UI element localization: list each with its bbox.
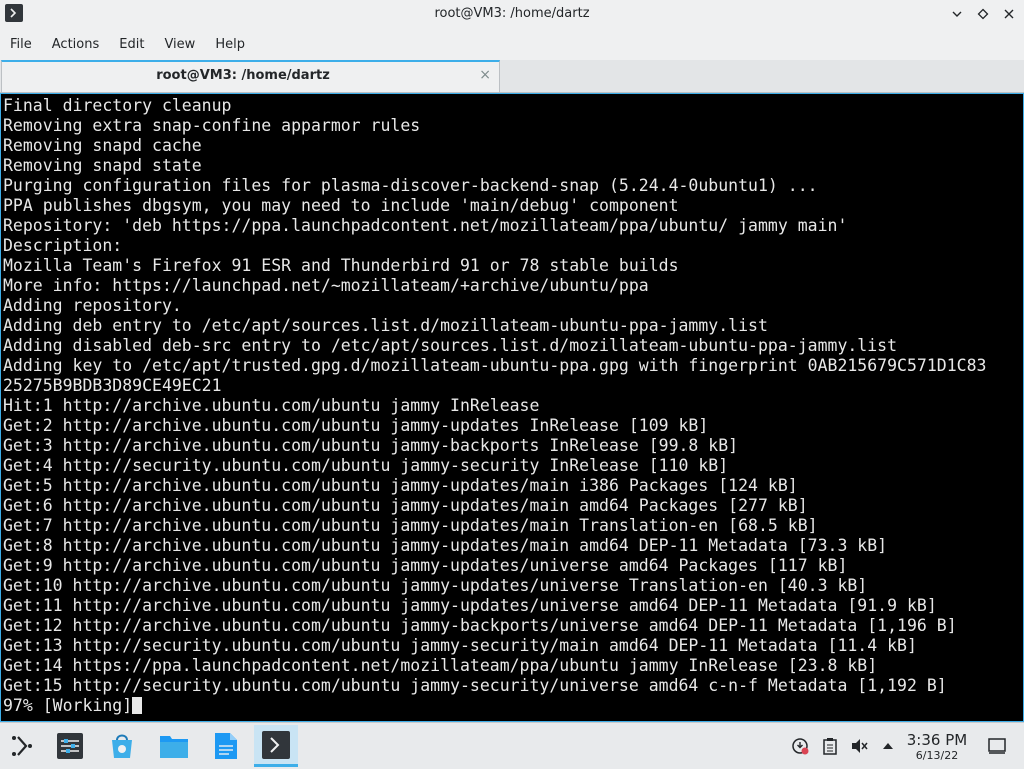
terminal-line: Hit:1 http://archive.ubuntu.com/ubuntu j… <box>3 396 540 415</box>
terminal-line: Get:3 http://archive.ubuntu.com/ubuntu j… <box>3 436 739 455</box>
terminal-line: Get:10 http://archive.ubuntu.com/ubuntu … <box>3 576 868 595</box>
terminal-line: Adding deb entry to /etc/apt/sources.lis… <box>3 316 768 335</box>
terminal-line: Get:6 http://archive.ubuntu.com/ubuntu j… <box>3 496 808 515</box>
terminal-line: Adding key to /etc/apt/trusted.gpg.d/moz… <box>3 356 987 375</box>
application-launcher-icon[interactable] <box>0 725 44 767</box>
terminal-line: Get:7 http://archive.ubuntu.com/ubuntu j… <box>3 516 818 535</box>
maximize-icon[interactable] <box>974 5 992 23</box>
clock-date: 6/13/22 <box>915 749 959 762</box>
terminal-line: Get:15 http://security.ubuntu.com/ubuntu… <box>3 676 947 695</box>
menu-actions[interactable]: Actions <box>42 37 110 52</box>
terminal-line: Purging configuration files for plasma-d… <box>3 176 818 195</box>
file-manager-icon[interactable] <box>152 725 196 767</box>
terminal-text: Final directory cleanup Removing extra s… <box>1 94 1023 716</box>
terminal-line: Adding disabled deb-src entry to /etc/ap… <box>3 336 898 355</box>
menu-file[interactable]: File <box>0 37 42 52</box>
terminal-line: Get:13 http://security.ubuntu.com/ubuntu… <box>3 636 917 655</box>
window-title: root@VM3: /home/dartz <box>434 6 590 21</box>
terminal-prompt-line: 97% [Working] <box>3 696 133 715</box>
menu-bar: File Actions Edit View Help <box>0 30 1024 58</box>
menu-edit[interactable]: Edit <box>109 37 154 52</box>
terminal-line: Repository: 'deb https://ppa.launchpadco… <box>3 216 848 235</box>
terminal-line: Get:12 http://archive.ubuntu.com/ubuntu … <box>3 616 957 635</box>
minimize-icon[interactable] <box>948 5 966 23</box>
terminal-line: Get:5 http://archive.ubuntu.com/ubuntu j… <box>3 476 798 495</box>
terminal-line: Get:9 http://archive.ubuntu.com/ubuntu j… <box>3 556 848 575</box>
clipboard-icon[interactable] <box>821 737 839 755</box>
terminal-line: Removing extra snap-confine apparmor rul… <box>3 116 421 135</box>
updates-icon[interactable] <box>791 737 809 755</box>
terminal-line: Get:14 https://ppa.launchpadcontent.net/… <box>3 656 878 675</box>
terminal-line: Final directory cleanup <box>3 96 232 115</box>
clock-time: 3:36 PM <box>906 731 968 749</box>
volume-muted-icon[interactable] <box>850 737 868 755</box>
tab-terminal-session[interactable]: root@VM3: /home/dartz × <box>1 60 500 92</box>
terminal-line: Removing snapd state <box>3 156 202 175</box>
terminal-scrollbar[interactable] <box>1019 94 1023 721</box>
taskbar: 3:36 PM 6/13/22 <box>0 722 1024 769</box>
terminal-line: PPA publishes dbgsym, you may need to in… <box>3 196 679 215</box>
close-icon[interactable] <box>1000 5 1018 23</box>
terminal-line: Removing snapd cache <box>3 136 202 155</box>
menu-view[interactable]: View <box>154 37 205 52</box>
terminal-line: Get:2 http://archive.ubuntu.com/ubuntu j… <box>3 416 709 435</box>
terminal-line: 25275B9BDB3D89CE49EC21 <box>3 376 222 395</box>
show-hidden-icons-icon[interactable] <box>879 737 897 755</box>
terminal-line: Mozilla Team's Firefox 91 ESR and Thunde… <box>3 256 679 275</box>
tab-close-icon[interactable]: × <box>479 67 491 83</box>
terminal-cursor <box>132 697 143 714</box>
window-titlebar: root@VM3: /home/dartz <box>0 0 1024 30</box>
show-desktop-icon[interactable] <box>988 737 1006 755</box>
tab-bar: root@VM3: /home/dartz × <box>0 60 1024 93</box>
terminal-line: Get:4 http://security.ubuntu.com/ubuntu … <box>3 456 729 475</box>
terminal-line: Get:11 http://archive.ubuntu.com/ubuntu … <box>3 596 937 615</box>
terminal-line: More info: https://launchpad.net/~mozill… <box>3 276 649 295</box>
terminal-line: Adding repository. <box>3 296 182 315</box>
terminal-line: Get:8 http://archive.ubuntu.com/ubuntu j… <box>3 536 888 555</box>
terminal-line: Description: <box>3 236 123 255</box>
menu-help[interactable]: Help <box>205 37 255 52</box>
terminal-output[interactable]: Final directory cleanup Removing extra s… <box>0 93 1024 722</box>
discover-store-icon[interactable] <box>100 725 144 767</box>
konsole-terminal-icon[interactable] <box>254 725 298 767</box>
text-editor-icon[interactable] <box>204 725 248 767</box>
clock[interactable]: 3:36 PM 6/13/22 <box>898 731 976 763</box>
tab-label: root@VM3: /home/dartz <box>156 68 330 83</box>
system-settings-icon[interactable] <box>48 725 92 767</box>
